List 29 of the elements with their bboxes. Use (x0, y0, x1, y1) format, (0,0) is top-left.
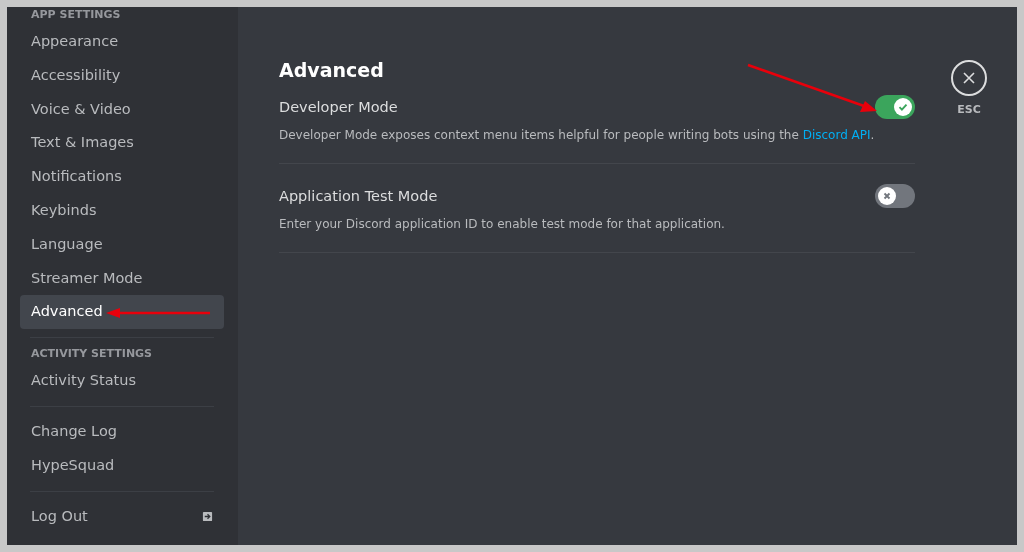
sidebar-item[interactable]: Notifications (20, 160, 224, 194)
sidebar-item[interactable]: Log Out (20, 499, 224, 534)
sidebar-item[interactable]: Accessibility (20, 58, 224, 93)
esc-label: ESC (957, 103, 981, 116)
toggle-switch[interactable] (875, 184, 915, 208)
setting-label: Developer Mode (279, 99, 398, 115)
setting-label: Application Test Mode (279, 188, 438, 204)
link[interactable]: Discord API (802, 128, 871, 142)
sidebar-item[interactable]: Language (20, 227, 224, 262)
sidebar-item[interactable]: Voice & Video (20, 92, 224, 127)
page-title: Advanced (279, 59, 385, 81)
x-icon (881, 190, 893, 202)
sidebar-item[interactable]: HypeSquad (20, 448, 224, 483)
setting-description: Enter your Discord application ID to enable test mode for that application. (279, 216, 726, 232)
sidebar-item[interactable]: Advanced (20, 295, 224, 330)
setting-description: Developer Mode exposes context menu items helpful for people writing bots using the Discord API. (279, 127, 876, 143)
close-button[interactable] (951, 60, 987, 96)
sidebar-item[interactable]: Change Log (20, 414, 224, 449)
sidebar-item[interactable]: Keybinds (20, 194, 224, 228)
sidebar-item[interactable]: Streamer Mode (20, 261, 224, 296)
close-icon (962, 71, 976, 85)
sidebar-item[interactable]: Text & Images (20, 126, 224, 161)
section-header: APP SETTINGS (30, 7, 122, 23)
sidebar-item[interactable]: Appearance (20, 25, 224, 59)
sidebar-item[interactable]: Activity Status (20, 364, 224, 398)
toggle-switch[interactable] (875, 95, 915, 119)
logout-icon (202, 510, 213, 522)
check-icon (897, 101, 909, 113)
section-header: ACTIVITY SETTINGS (30, 346, 154, 363)
